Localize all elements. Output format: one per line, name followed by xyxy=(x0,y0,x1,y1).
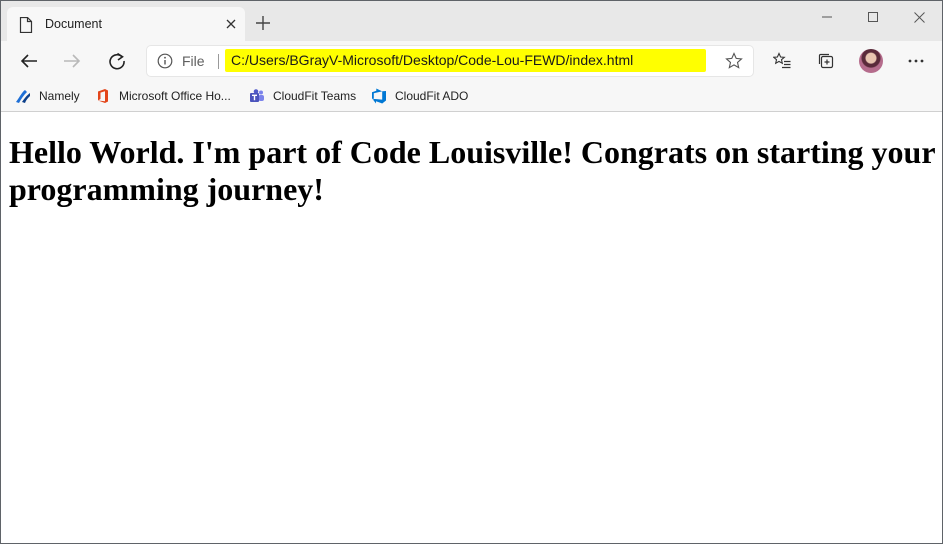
teams-icon xyxy=(250,89,264,102)
namely-icon xyxy=(16,90,30,103)
back-arrow-icon xyxy=(20,54,37,68)
profile-avatar[interactable] xyxy=(859,49,883,73)
maximize-icon xyxy=(868,12,878,22)
document-icon xyxy=(19,17,33,33)
url-text[interactable]: C:/Users/BGrayV-Microsoft/Desktop/Code-L… xyxy=(231,52,633,68)
url-highlight[interactable]: C:/Users/BGrayV-Microsoft/Desktop/Code-L… xyxy=(225,49,706,72)
close-tab-button[interactable] xyxy=(221,14,241,34)
favorite-cloudfit-teams[interactable]: CloudFit Teams xyxy=(249,86,356,106)
page-content: Hello World. I'm part of Code Louisville… xyxy=(1,112,942,208)
favorite-label: CloudFit ADO xyxy=(395,89,469,103)
forward-arrow-icon xyxy=(64,54,81,68)
minimize-button[interactable] xyxy=(804,1,850,33)
collections-icon xyxy=(818,53,834,69)
favorite-label: CloudFit Teams xyxy=(273,89,357,103)
favorite-label: Namely xyxy=(39,89,80,103)
favorites-list-icon xyxy=(773,52,791,69)
refresh-button[interactable] xyxy=(102,47,132,75)
collections-button[interactable] xyxy=(811,47,841,75)
close-window-button[interactable] xyxy=(896,1,942,33)
minimize-icon xyxy=(822,16,832,18)
new-tab-icon[interactable] xyxy=(253,13,273,33)
maximize-button[interactable] xyxy=(850,1,896,33)
favorite-microsoft-office[interactable]: Microsoft Office Ho... xyxy=(95,86,231,106)
address-bar[interactable]: File C:/Users/BGrayV-Microsoft/Desktop/C… xyxy=(147,46,753,76)
forward-button[interactable] xyxy=(57,47,87,75)
favorite-namely[interactable]: Namely xyxy=(15,86,80,106)
close-icon xyxy=(226,19,236,29)
more-icon xyxy=(908,59,924,63)
favorite-star-icon[interactable] xyxy=(725,52,743,70)
tab-document[interactable]: Document xyxy=(7,7,245,41)
favorite-cloudfit-ado[interactable]: CloudFit ADO xyxy=(371,86,468,106)
address-scheme-label: File xyxy=(182,53,205,69)
favorites-bar: Namely Microsoft Office Ho... CloudFit T… xyxy=(1,81,942,112)
page-heading: Hello World. I'm part of Code Louisville… xyxy=(9,134,935,207)
close-icon xyxy=(913,11,925,23)
toolbar: File C:/Users/BGrayV-Microsoft/Desktop/C… xyxy=(1,41,942,81)
info-icon[interactable] xyxy=(157,53,173,69)
browser-window: Document File C:/Users/BGrayV-Microsoft/… xyxy=(0,0,943,544)
office-icon xyxy=(98,89,108,103)
favorite-label: Microsoft Office Ho... xyxy=(119,89,231,103)
tab-title: Document xyxy=(45,17,102,31)
favorites-button[interactable] xyxy=(767,47,797,75)
tab-strip: Document xyxy=(1,1,942,41)
refresh-icon xyxy=(109,52,125,70)
back-button[interactable] xyxy=(14,47,44,75)
azure-devops-icon xyxy=(372,88,386,104)
address-divider xyxy=(218,54,219,69)
settings-more-button[interactable] xyxy=(901,47,931,75)
